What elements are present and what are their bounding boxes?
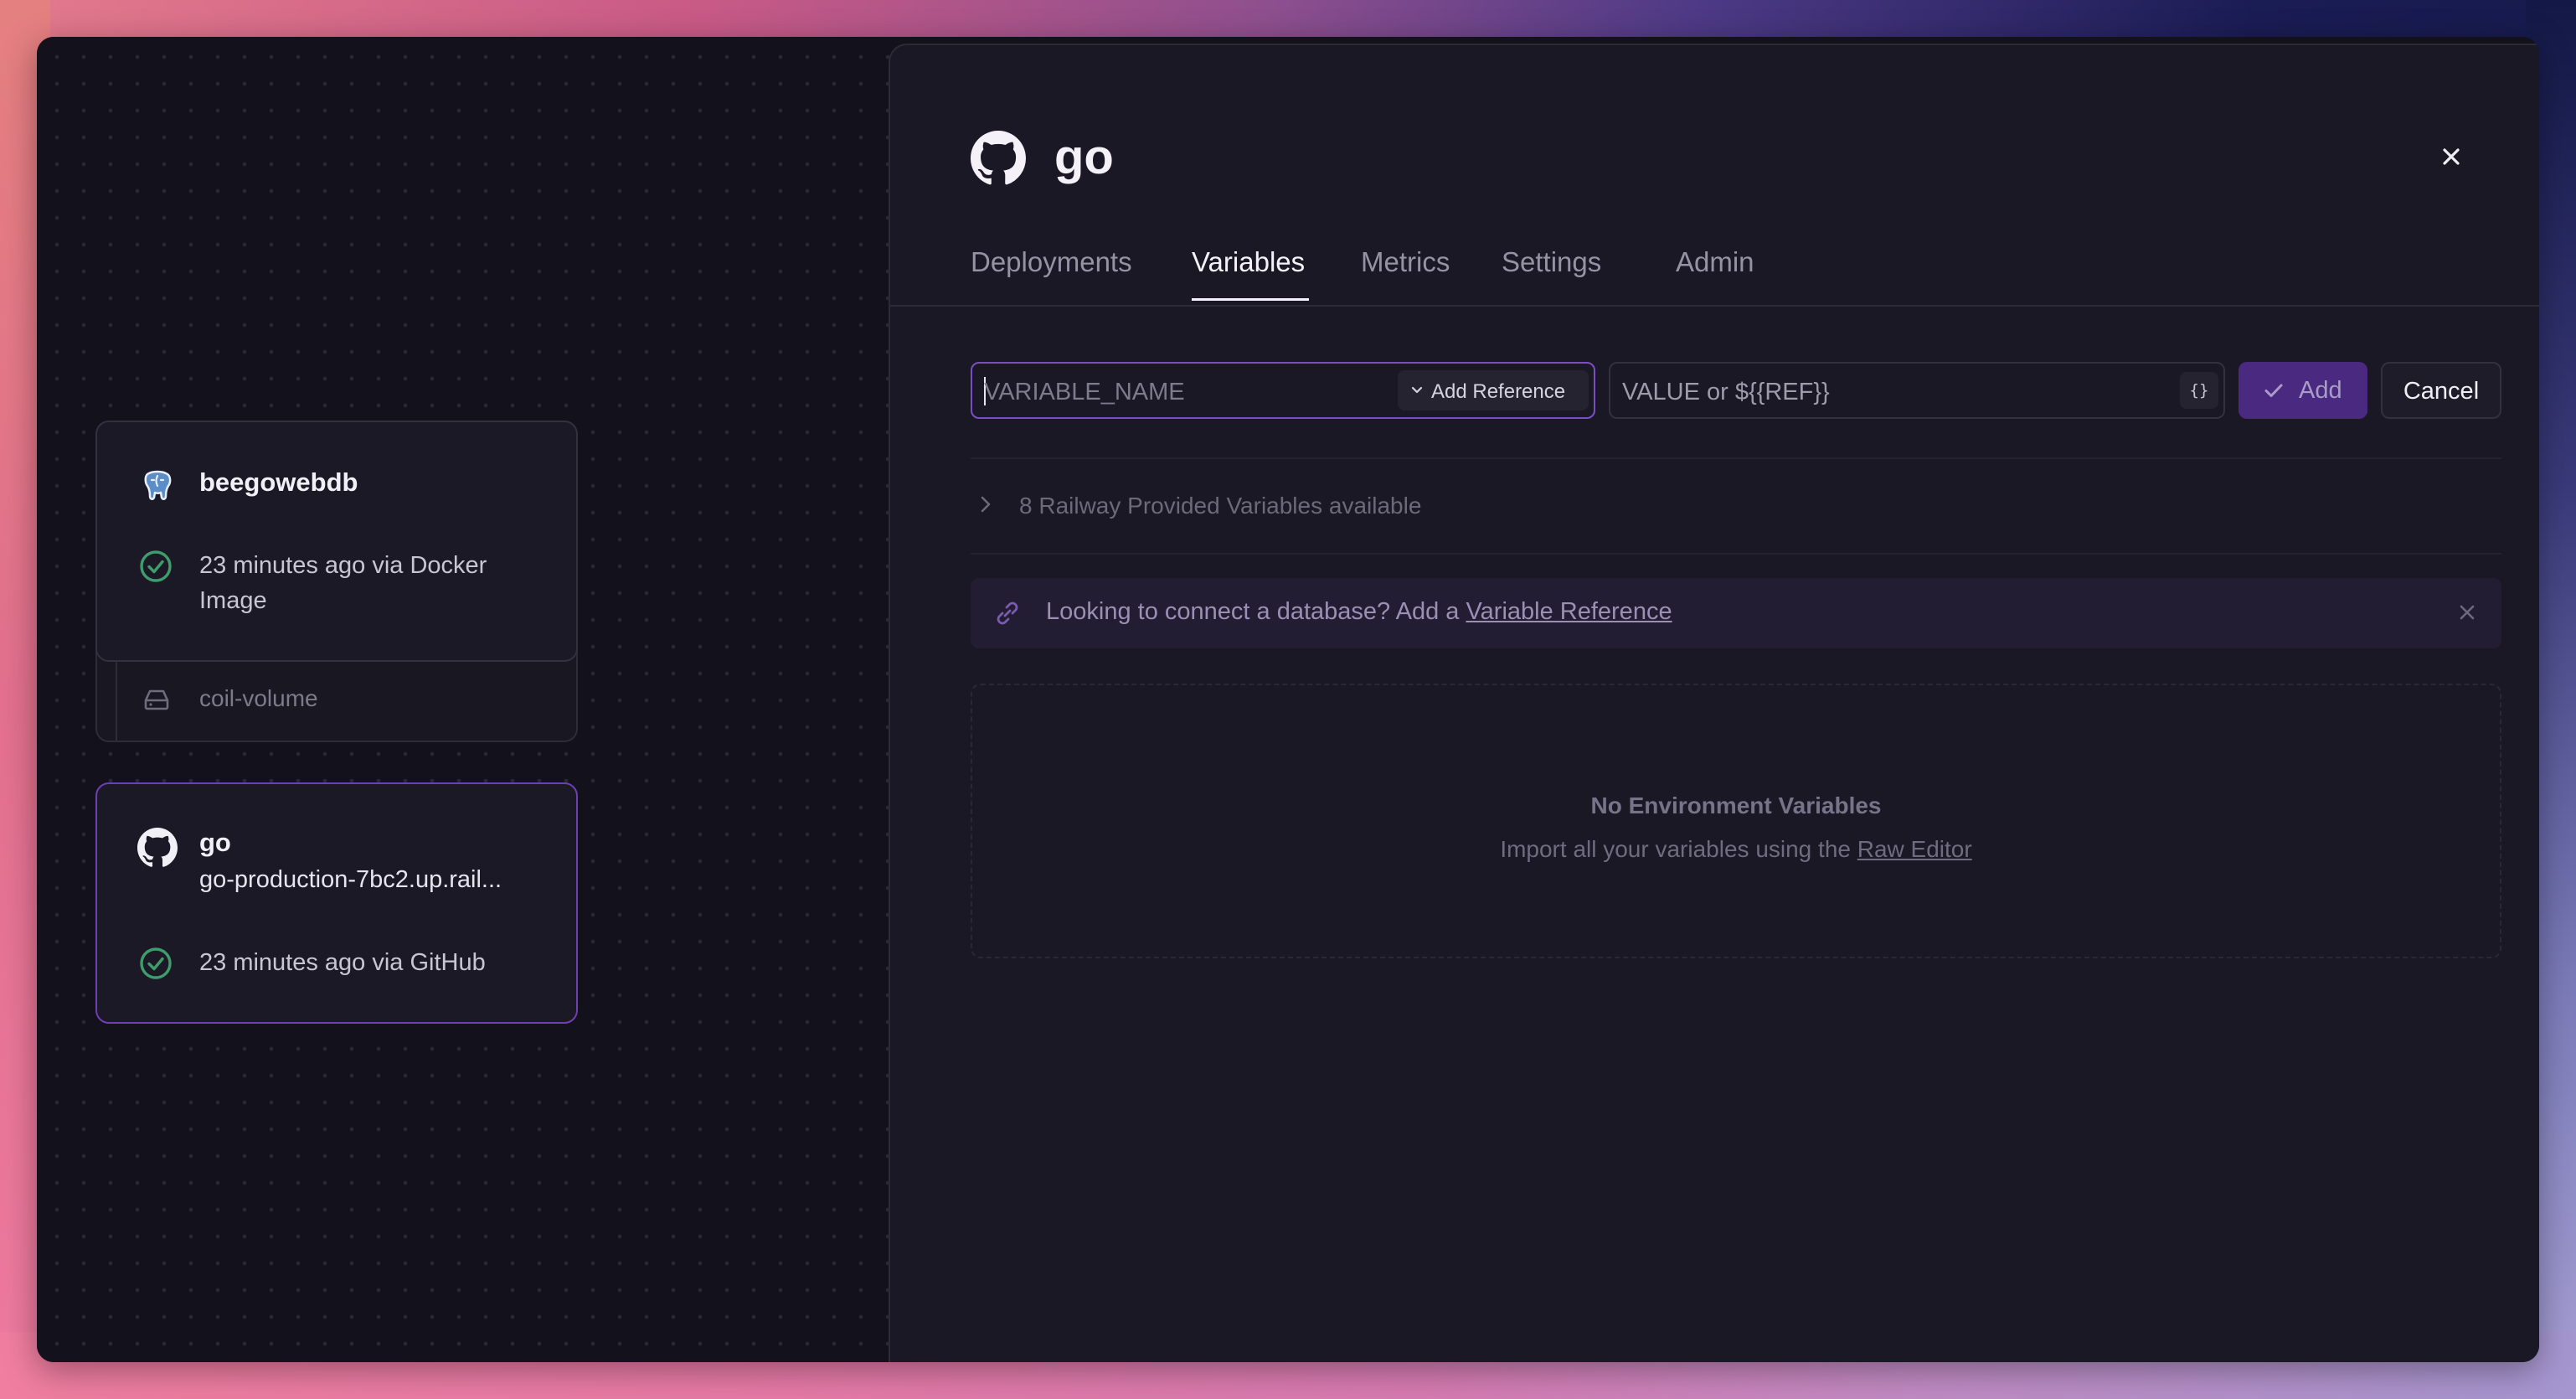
service-panel: go Deployments Variables Metrics Setting…	[889, 44, 2539, 1362]
add-variable-button[interactable]: Add	[2239, 362, 2367, 419]
add-label: Add	[2299, 377, 2342, 404]
variable-reference-link[interactable]: Variable Reference	[1466, 598, 1672, 625]
cancel-button[interactable]: Cancel	[2381, 362, 2501, 419]
empty-state-text: Import all your variables using the Raw …	[972, 836, 2500, 863]
success-check-icon	[137, 945, 174, 982]
chevron-right-icon	[977, 494, 994, 514]
empty-state-heading: No Environment Variables	[1590, 792, 1882, 818]
service-card-go[interactable]: go go-production-7bc2.up.rail... 23 minu…	[95, 782, 578, 1024]
close-icon[interactable]	[2456, 601, 2478, 623]
success-check-icon	[137, 548, 174, 585]
empty-state-message: Import all your variables using the	[1500, 836, 1857, 862]
hard-drive-icon	[142, 687, 171, 712]
provided-variables-label: 8 Railway Provided Variables available	[1019, 493, 1422, 519]
volume-name: coil-volume	[199, 685, 318, 711]
deploy-status-text: 23 minutes ago via GitHub	[199, 949, 486, 976]
service-card-beegowebdb[interactable]: beegowebdb 23 minutes ago via Docker Ima…	[95, 421, 578, 662]
volume-connector	[116, 662, 117, 741]
service-group-beegowebdb: beegowebdb 23 minutes ago via Docker Ima…	[95, 421, 578, 742]
tab-deployments[interactable]: Deployments	[971, 246, 1132, 278]
database-hint-banner: Looking to connect a database? Add a Var…	[971, 578, 2501, 648]
add-reference-button[interactable]: Add Reference	[1398, 370, 1589, 410]
postgres-elephant-icon	[137, 466, 178, 506]
cancel-label: Cancel	[2403, 378, 2480, 405]
tab-metrics[interactable]: Metrics	[1361, 246, 1450, 278]
tabs-divider	[890, 305, 2539, 307]
active-tab-indicator	[1192, 298, 1309, 301]
variable-value-placeholder: VALUE or ${{REF}}	[1622, 379, 1830, 405]
service-name: go	[199, 828, 231, 857]
banner-text: Looking to connect a database? Add a	[1046, 598, 1466, 625]
chevron-down-icon	[1409, 382, 1425, 397]
panel-title: go	[1054, 130, 1114, 184]
deploy-status-text: 23 minutes ago via Docker Image	[199, 552, 487, 614]
raw-editor-link[interactable]: Raw Editor	[1857, 836, 1972, 862]
divider	[971, 457, 2501, 459]
github-icon	[971, 131, 1026, 186]
service-url[interactable]: go-production-7bc2.up.rail...	[199, 866, 502, 894]
variable-name-placeholder: VARIABLE_NAME	[984, 379, 1185, 405]
close-icon[interactable]	[2437, 142, 2465, 171]
github-icon	[137, 828, 178, 868]
tab-settings[interactable]: Settings	[1502, 246, 1601, 278]
project-canvas[interactable]: beegowebdb 23 minutes ago via Docker Ima…	[37, 37, 889, 1362]
provided-variables-toggle[interactable]: 8 Railway Provided Variables available	[971, 481, 1557, 531]
tab-variables[interactable]: Variables	[1192, 246, 1305, 278]
app-window: beegowebdb 23 minutes ago via Docker Ima…	[37, 37, 2539, 1362]
check-icon	[2262, 379, 2285, 402]
variable-name-input[interactable]: VARIABLE_NAME Add Reference	[971, 362, 1595, 419]
variable-value-input[interactable]: VALUE or ${{REF}} {}	[1609, 362, 2225, 419]
braces-icon[interactable]: {}	[2180, 372, 2218, 409]
empty-state: No Environment Variables Import all your…	[971, 684, 2501, 958]
service-name: beegowebdb	[199, 467, 358, 497]
banner-message: Looking to connect a database? Add a Var…	[1046, 598, 1672, 626]
link-icon	[991, 596, 1024, 630]
add-reference-label: Add Reference	[1431, 380, 1566, 403]
tab-admin[interactable]: Admin	[1676, 246, 1754, 278]
divider	[971, 553, 2501, 555]
